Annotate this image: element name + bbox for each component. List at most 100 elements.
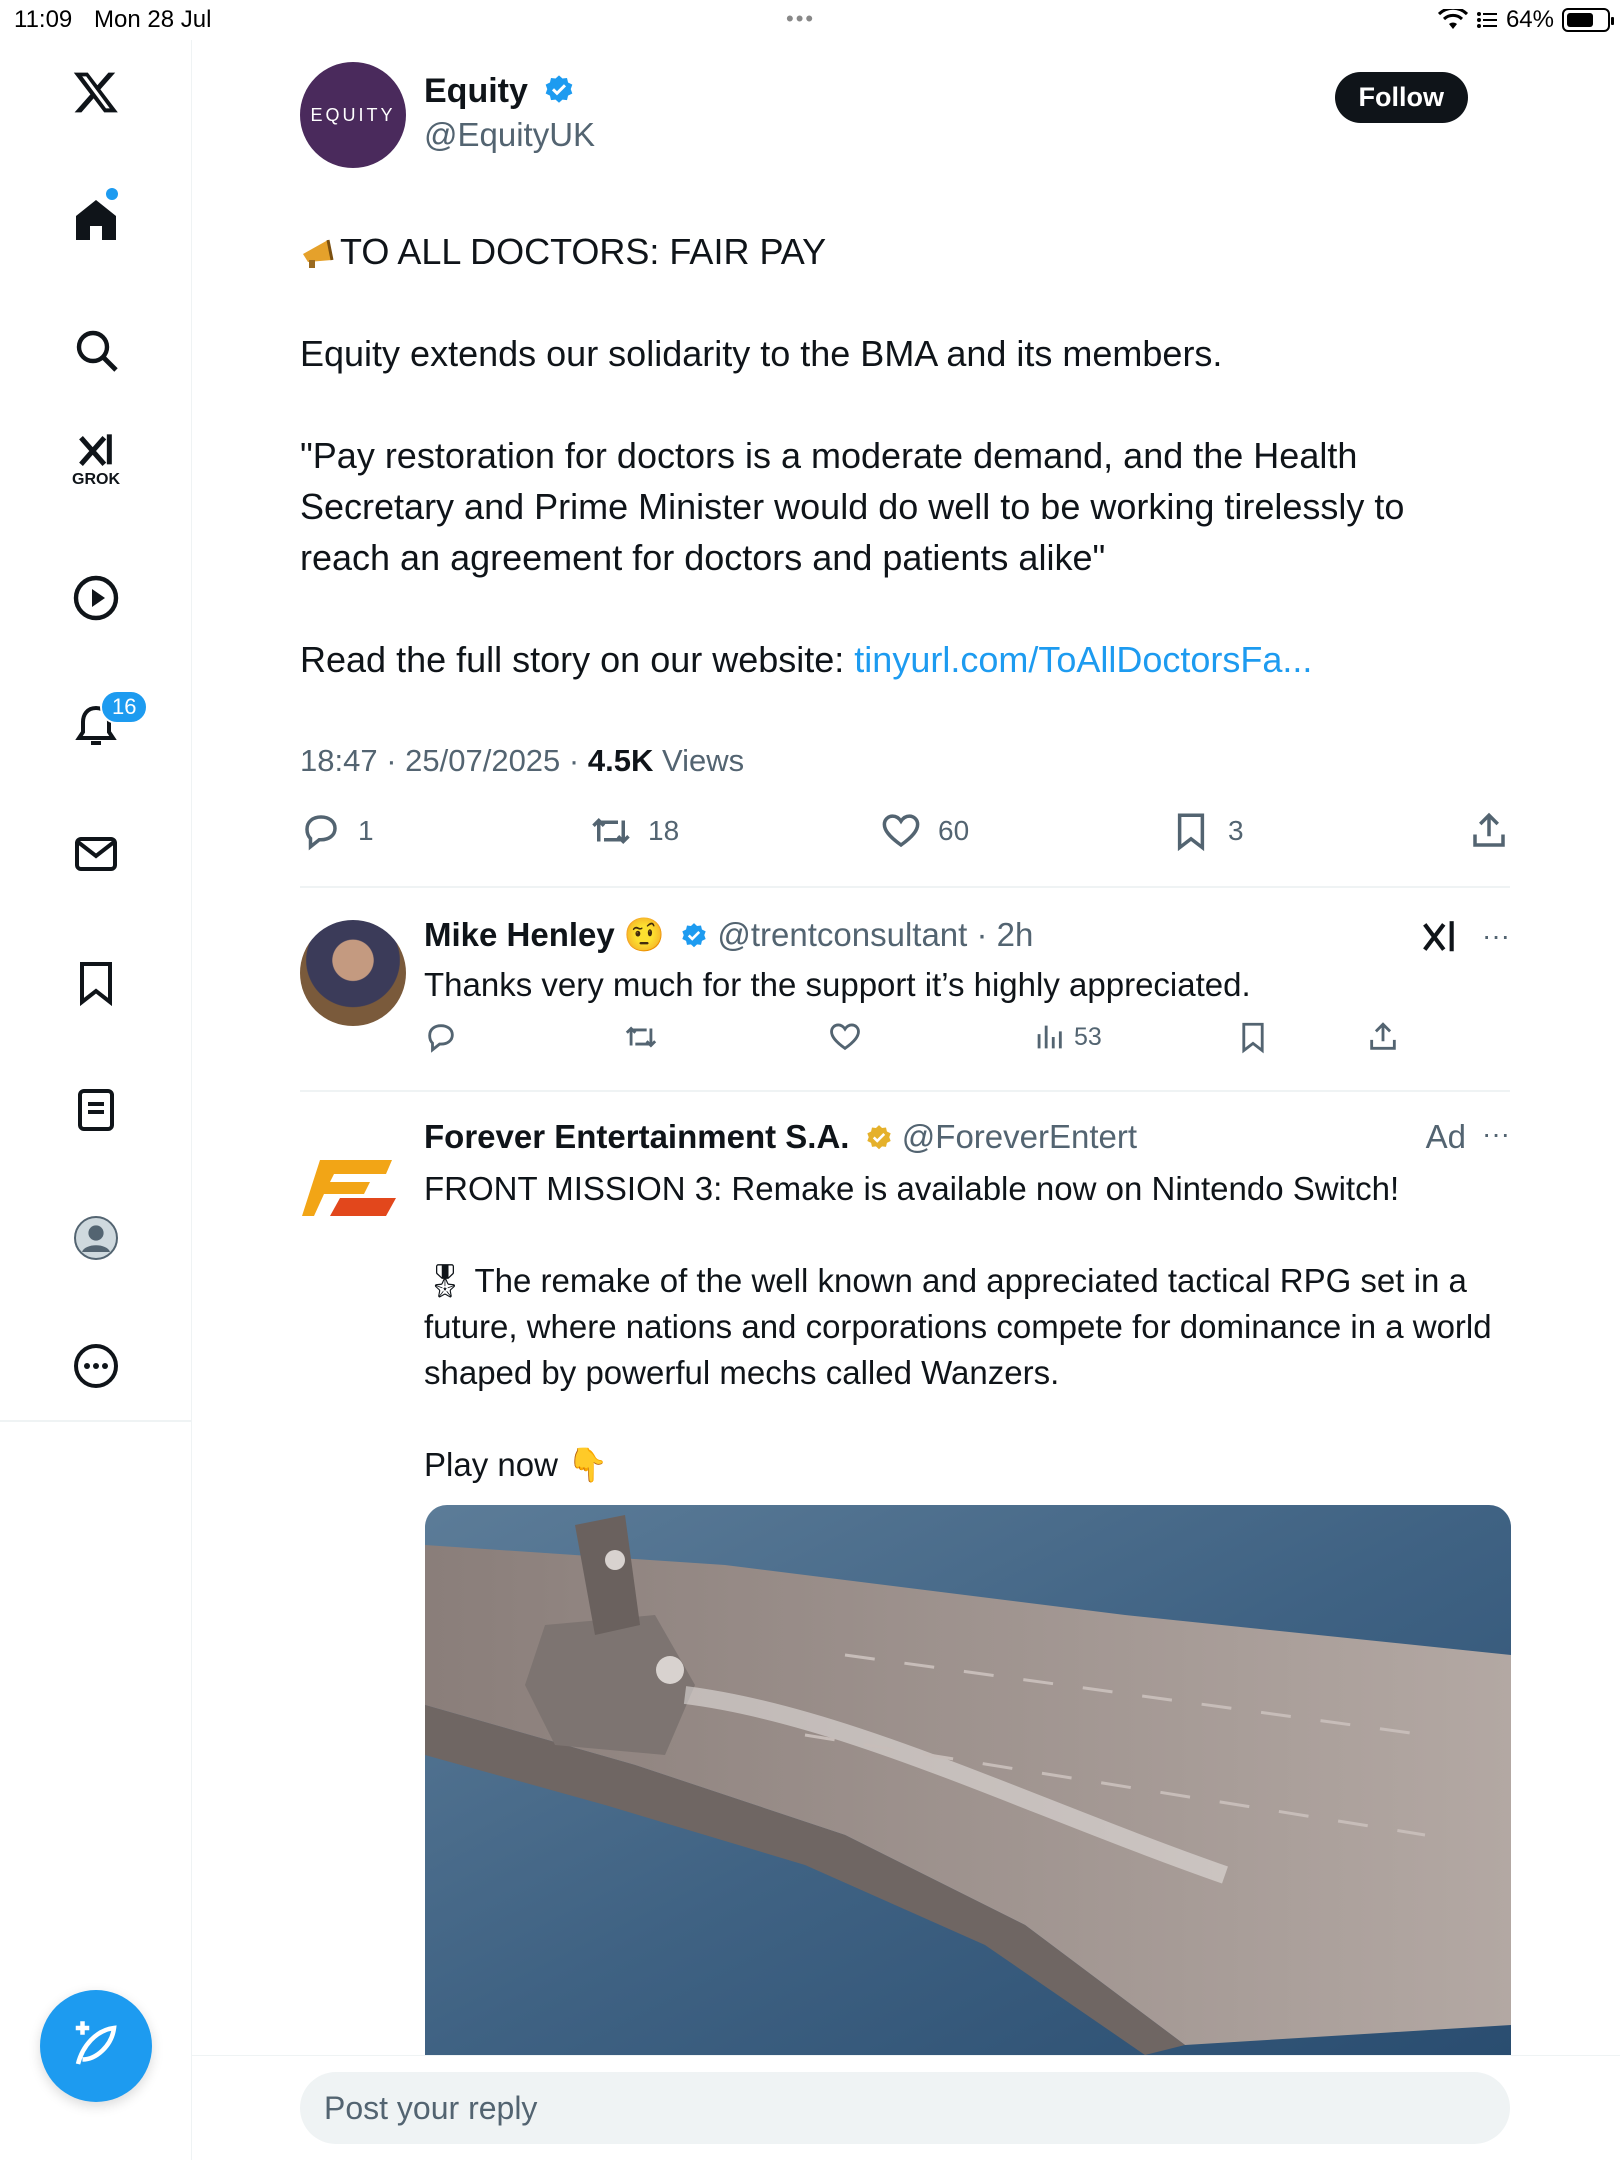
lists-icon[interactable] [56,1070,136,1150]
grok-explain-icon[interactable] [1420,918,1458,956]
bookmarks-icon[interactable] [56,942,136,1022]
reply-age[interactable]: 2h [997,916,1034,953]
reply-count: 1 [358,815,374,846]
author-name[interactable]: Equity [424,72,528,110]
author-handle[interactable]: @EquityUK [424,116,595,154]
repost-icon [592,818,630,844]
ad-line-3: Play now 👇 [424,1446,609,1483]
gold-verified-icon [866,1125,891,1150]
tweet-para-1: Equity extends our solidarity to the BMA… [300,333,1223,374]
battery-percent: 64% [1505,6,1554,33]
repost-icon [625,1026,657,1048]
reply-views-action[interactable]: 53 [1032,1020,1102,1054]
status-right: 64% [1437,6,1614,34]
more-icon[interactable] [56,1326,136,1406]
reply-author-row: Mike Henley 🤨 @trentconsultant · 2h [424,916,1034,953]
author-name-row[interactable]: Equity [424,72,575,111]
bookmark-icon [1177,813,1205,852]
ad-author-name[interactable]: Forever Entertainment S.A. [424,1118,849,1155]
status-bar: 11:09 Mon 28 Jul ••• 64% [0,0,1620,40]
tweet-body: TO ALL DOCTORS: FAIR PAY Equity extends … [300,226,1460,685]
tweet-date[interactable]: 25/07/2025 [405,743,560,778]
reply-reply-action[interactable] [424,1020,458,1054]
reply-more-button[interactable]: ··· [1482,920,1510,952]
reply-text: Thanks very much for the support it’s hi… [424,966,1251,1003]
reply-action[interactable]: 1 [300,810,374,852]
reply-emoji: 🤨 [623,916,666,953]
divider [300,886,1510,888]
reply-actions: 53 [424,1020,1424,1064]
reply-views-count: 53 [1074,1022,1102,1051]
tweet-para-2: "Pay restoration for doctors is a modera… [300,435,1405,578]
follow-button[interactable]: Follow [1334,72,1468,123]
notifications-badge: 16 [100,690,149,724]
compose-feather-icon [75,2021,117,2065]
reply-bookmark-action[interactable] [1236,1020,1270,1054]
bookmark-count: 3 [1228,815,1244,846]
messages-icon[interactable] [56,814,136,894]
reply-share-action[interactable] [1366,1020,1400,1054]
story-link[interactable]: tinyurl.com/ToAllDoctorsFa... [854,639,1312,680]
tweet-actions: 1 18 60 3 [300,810,1510,870]
heart-icon [830,1023,860,1051]
repost-count: 18 [648,815,680,846]
notifications-icon[interactable]: 16 [56,686,149,766]
verified-icon [682,923,706,948]
profile-icon[interactable] [56,1198,136,1278]
heart-icon [882,814,920,848]
avatar-text: EQUITY [310,104,396,125]
like-action[interactable]: 60 [880,810,969,852]
reply-icon [428,1024,454,1053]
tweet-headline: TO ALL DOCTORS: FAIR PAY [340,231,827,272]
home-unread-dot [106,188,118,200]
avatar[interactable]: EQUITY [300,62,406,168]
views-label: Views [661,743,745,778]
reply-bar [192,2055,1620,2160]
ad-line-2: 🎖 The remake of the well known and appre… [424,1258,1504,1396]
megaphone-icon [303,239,334,268]
reply-input[interactable] [300,2072,1510,2144]
tweet-para-3-prefix: Read the full story on our website: [300,639,855,680]
reply-handle[interactable]: @trentconsultant [717,916,967,953]
ad-label: Ad [1425,1118,1466,1155]
repost-action[interactable]: 18 [590,810,679,852]
reply-like-action[interactable] [828,1020,862,1054]
views-count: 4.5K [587,743,654,778]
sidebar: GROK 16 [0,40,192,2160]
search-icon[interactable] [56,310,136,390]
ad-handle[interactable]: @ForeverEntert [902,1118,1137,1155]
multitask-dots[interactable]: ••• [786,6,815,32]
status-time: 11:09 [14,6,73,33]
forever-entertainment-logo[interactable] [300,1142,400,1232]
status-date: Mon 28 Jul [94,6,212,33]
reply-author-name[interactable]: Mike Henley [424,916,615,953]
video-icon[interactable] [56,558,136,638]
grok-label: GROK [72,471,120,488]
home-icon[interactable] [56,180,136,260]
verified-icon [546,75,573,103]
views-icon [1037,1025,1062,1049]
reply-repost-action[interactable] [624,1020,658,1054]
bookmark-icon [1242,1022,1264,1054]
share-action[interactable] [1468,810,1510,852]
wifi-icon [1437,9,1468,29]
ad-line-1: FRONT MISSION 3: Remake is available now… [424,1170,1400,1207]
ad-video-frame [425,1505,1511,2055]
like-count: 60 [938,815,970,846]
reply-tweet[interactable]: Mike Henley 🤨 @trentconsultant · 2h ··· … [300,916,1510,1106]
divider [300,1090,1510,1092]
tweet-time[interactable]: 18:47 [300,743,378,778]
ad-video[interactable] [425,1505,1511,2055]
x-logo[interactable] [56,52,136,132]
tweet-headline-row: TO ALL DOCTORS: FAIR PAY [300,226,1460,277]
battery-icon [1562,8,1614,32]
ad-text: FRONT MISSION 3: Remake is available now… [424,1166,1504,1488]
grok-icon[interactable]: GROK [56,420,136,500]
ad-author-row: Forever Entertainment S.A. @ForeverEnter… [424,1118,1137,1156]
reply-avatar[interactable] [300,920,406,1026]
medal-icon: 🎖 [424,1262,466,1299]
compose-button[interactable] [40,1990,152,2102]
ad-more-button[interactable]: ··· [1482,1118,1510,1150]
share-icon [1370,1022,1396,1050]
bookmark-action[interactable]: 3 [1170,810,1244,852]
